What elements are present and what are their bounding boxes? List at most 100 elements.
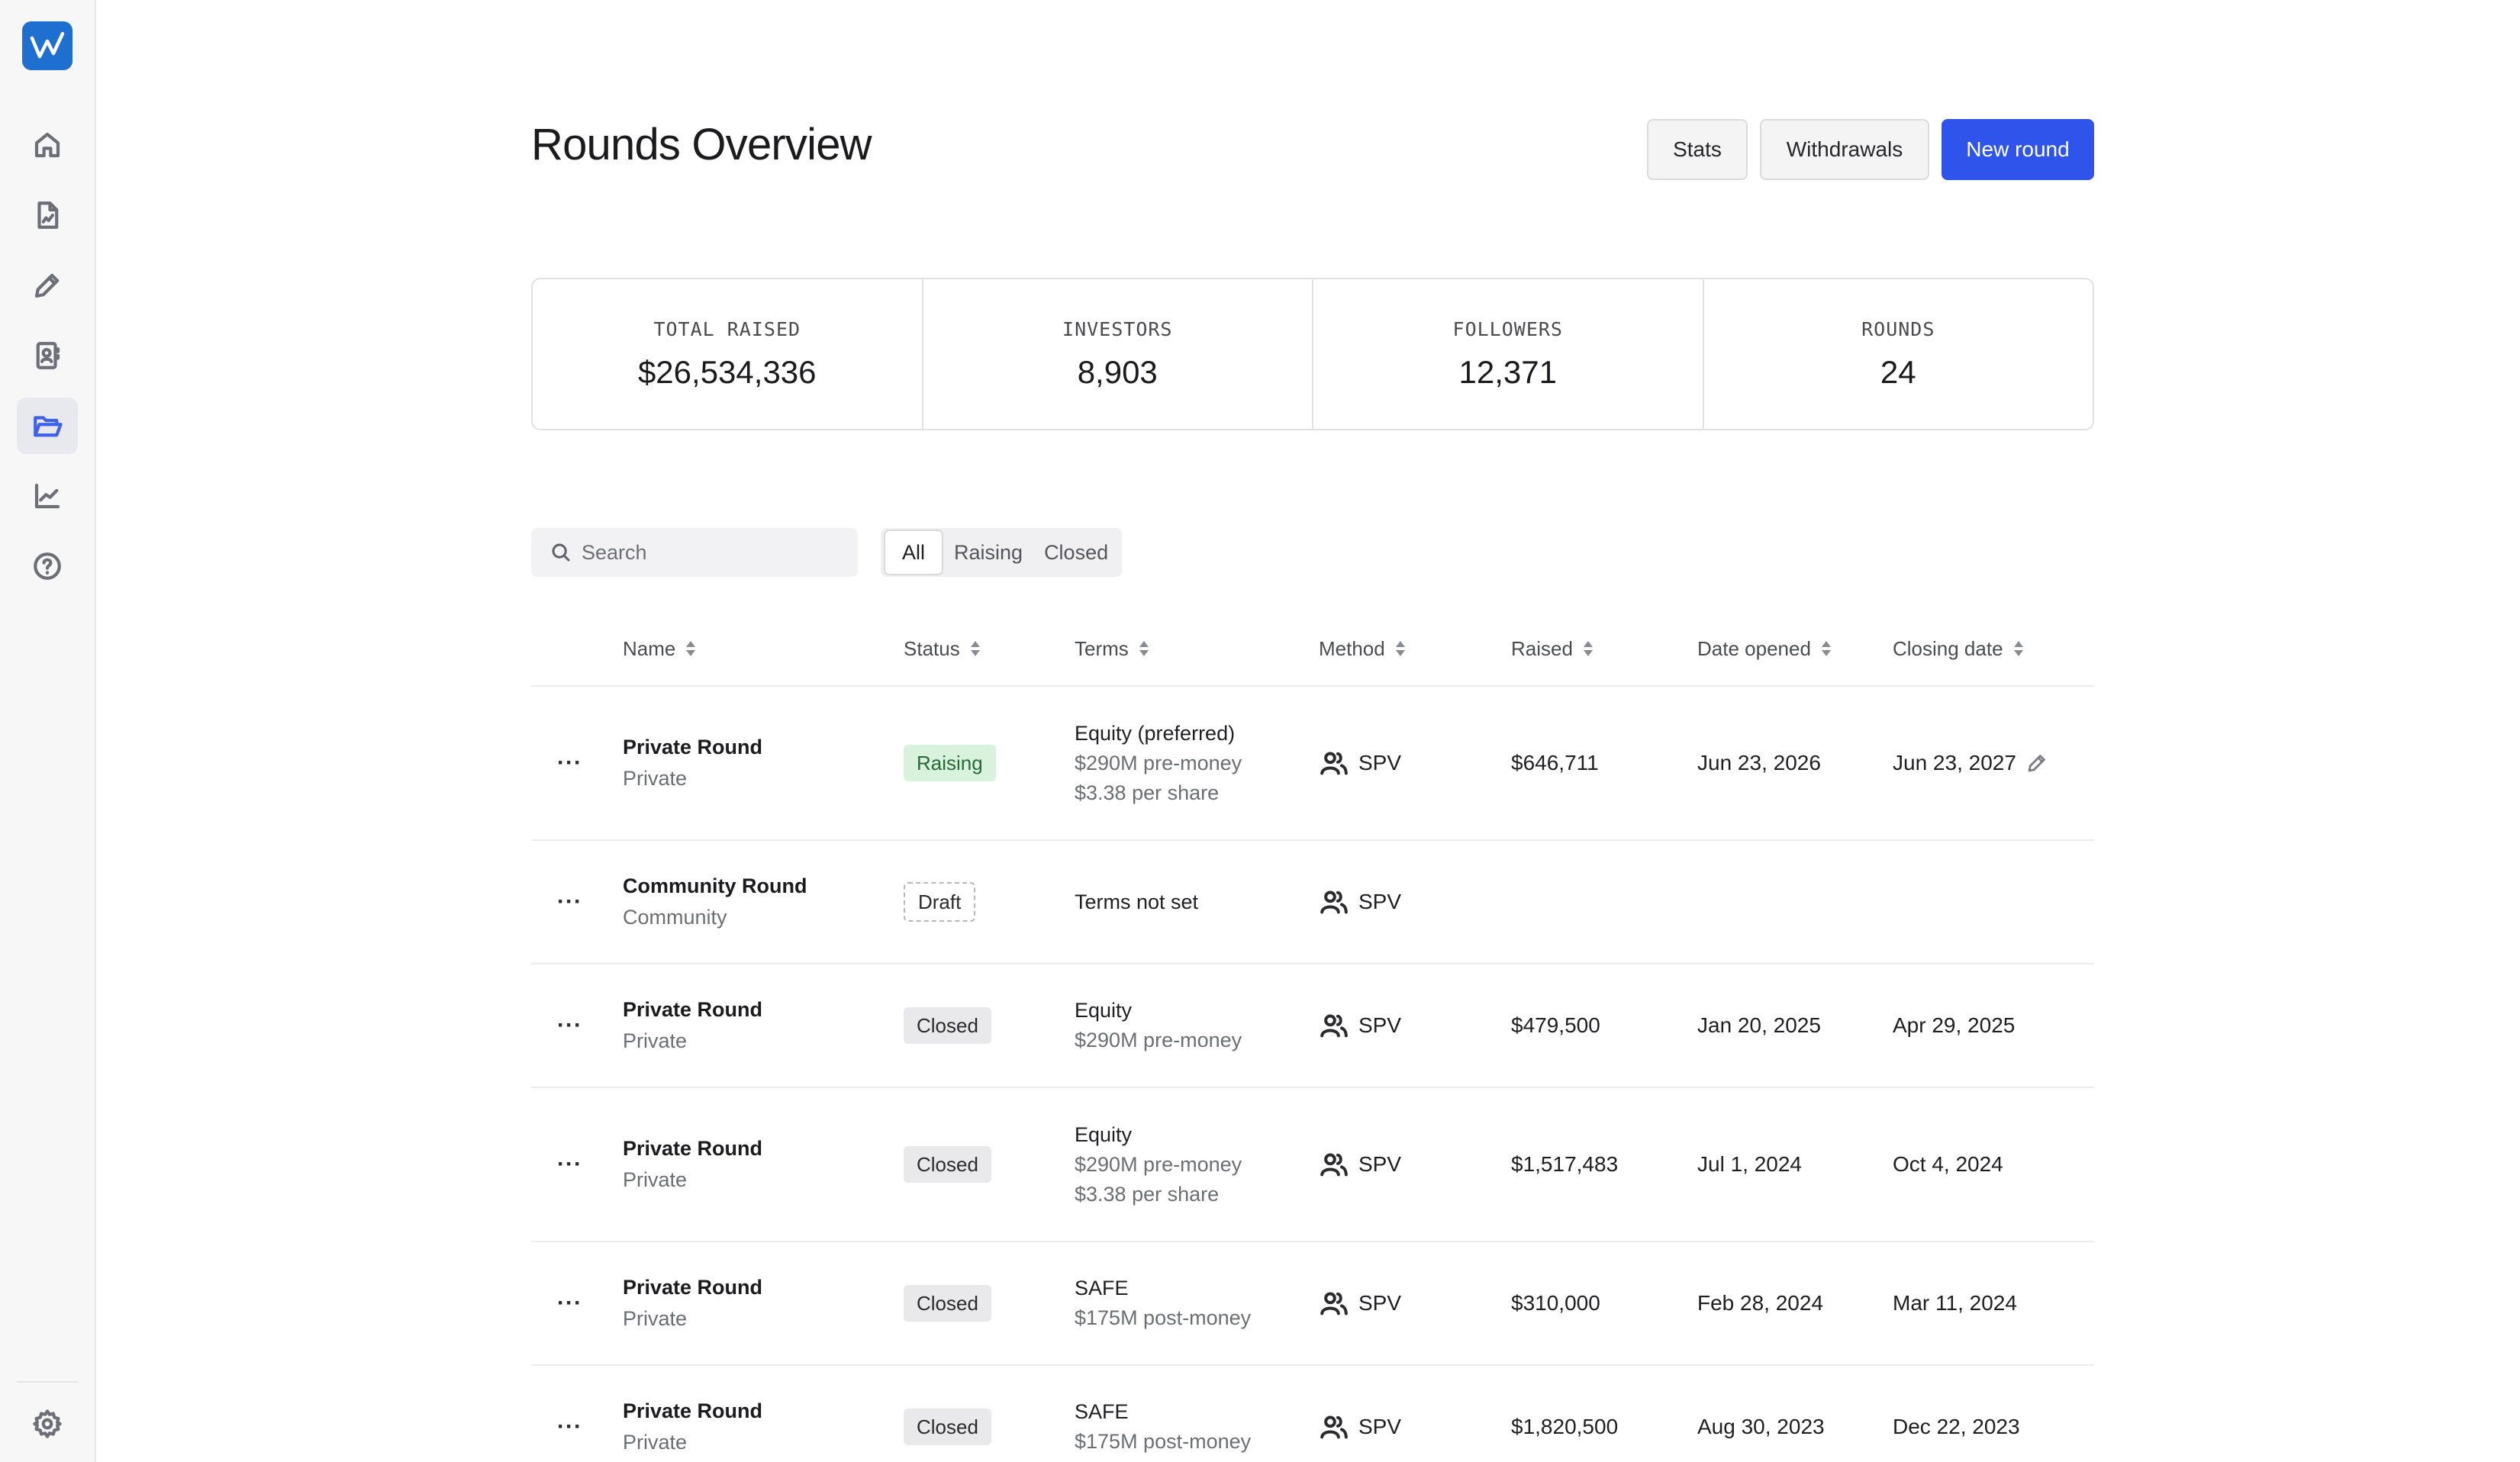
closing-date-cell: Mar 11, 2024 — [1893, 1291, 2017, 1315]
terms-price: $3.38 per share — [1075, 781, 1220, 804]
raised-cell: $1,517,483 — [1511, 1152, 1619, 1176]
stat-label: ROUNDS — [1861, 317, 1935, 340]
raised-cell: $646,711 — [1511, 751, 1599, 774]
search-icon — [552, 543, 570, 562]
folder-open-icon — [34, 416, 63, 437]
filter-all[interactable]: All — [884, 530, 944, 575]
column-label: Name — [623, 636, 676, 660]
closing-date-cell: Jun 23, 2027 — [1893, 687, 2048, 839]
stat-label: FOLLOWERS — [1452, 317, 1563, 340]
terms-cell: Terms not set — [1075, 841, 1198, 963]
terms-type: Equity — [1075, 999, 1133, 1022]
stat-label: INVESTORS — [1062, 317, 1173, 340]
row-menu-button[interactable]: ··· — [557, 687, 582, 839]
date-opened-cell: Jun 23, 2026 — [1697, 751, 1821, 774]
round-type: Private — [623, 767, 688, 790]
search-input[interactable] — [582, 540, 841, 565]
status-badge: Draft — [904, 882, 976, 922]
round-name: Private Round — [623, 1399, 763, 1422]
row-menu-button[interactable]: ··· — [557, 964, 582, 1087]
sort-icon — [1821, 639, 1831, 658]
sidebar-item-edit[interactable] — [17, 257, 78, 314]
terms-type: Equity (preferred) — [1075, 721, 1236, 745]
sidebar-item-documents[interactable] — [17, 187, 78, 243]
terms-valuation: $290M pre-money — [1075, 1029, 1242, 1051]
round-type: Private — [623, 1307, 688, 1330]
document-chart-icon — [37, 201, 59, 229]
search-box[interactable] — [531, 528, 858, 577]
column-header-raised[interactable]: Raised — [1511, 610, 1593, 687]
stat-value: 8,903 — [1077, 353, 1158, 390]
table-row[interactable]: ··· Private Round Private Closed Equity … — [531, 1088, 2094, 1242]
table-row[interactable]: ··· Private Round Private Closed SAFE $1… — [531, 1242, 2094, 1366]
closing-date-cell: Apr 29, 2025 — [1893, 1013, 2016, 1037]
stat-label: TOTAL RAISED — [653, 317, 801, 340]
filter-closed[interactable]: Closed — [1033, 530, 1119, 575]
sort-icon — [1139, 639, 1149, 658]
sidebar-item-analytics[interactable] — [17, 468, 78, 524]
stats-button[interactable]: Stats — [1647, 119, 1748, 180]
table-row[interactable]: ··· Community Round Community Draft Term… — [531, 841, 2094, 964]
users-icon — [1320, 890, 1348, 914]
stat-investors: INVESTORS 8,903 — [923, 279, 1313, 429]
sidebar-item-home[interactable] — [17, 117, 78, 173]
stat-value: 12,371 — [1458, 353, 1557, 390]
pencil-icon — [34, 273, 60, 298]
closing-date-cell: Dec 22, 2023 — [1893, 1415, 2020, 1438]
table-row[interactable]: ··· Private Round Private Raising Equity… — [531, 687, 2094, 841]
closing-date: Jun 23, 2027 — [1893, 751, 2016, 774]
row-menu-button[interactable]: ··· — [557, 841, 582, 963]
method-cell: SPV — [1319, 1242, 1401, 1364]
sidebar-item-help[interactable] — [17, 538, 78, 594]
date-opened-cell: Feb 28, 2024 — [1697, 1291, 1824, 1315]
method-label: SPV — [1358, 1415, 1402, 1438]
row-menu-button[interactable]: ··· — [557, 1088, 582, 1241]
column-header-date-opened[interactable]: Date opened — [1697, 610, 1831, 687]
column-header-closing-date[interactable]: Closing date — [1893, 610, 2023, 687]
sort-icon — [686, 639, 696, 658]
sidebar-item-rounds[interactable] — [17, 398, 78, 454]
status-badge: Closed — [904, 1007, 991, 1044]
terms-valuation: $175M post-money — [1075, 1306, 1252, 1329]
round-name: Private Round — [623, 1276, 763, 1299]
users-icon — [1320, 1153, 1348, 1177]
logo-icon[interactable] — [22, 21, 73, 70]
filter-raising[interactable]: Raising — [943, 530, 1033, 575]
table-row[interactable]: ··· Private Round Private Closed Equity … — [531, 964, 2094, 1088]
users-icon — [1320, 1415, 1348, 1439]
round-name: Community Round — [623, 874, 807, 897]
terms-cell: Equity $290M pre-money $3.38 per share — [1075, 1088, 1242, 1241]
name-cell: Private Round Private — [623, 1366, 762, 1462]
column-label: Date opened — [1697, 636, 1811, 660]
date-opened-cell: Aug 30, 2023 — [1697, 1415, 1825, 1438]
round-type: Private — [623, 1168, 688, 1191]
status-badge: Closed — [904, 1285, 991, 1322]
row-menu-button[interactable]: ··· — [557, 1366, 582, 1462]
sidebar-item-contacts[interactable] — [17, 327, 78, 384]
column-header-status[interactable]: Status — [904, 610, 980, 687]
raised-cell: $1,820,500 — [1511, 1415, 1619, 1438]
name-cell: Private Round Private — [623, 1242, 762, 1364]
users-icon — [1320, 1014, 1348, 1038]
raised-cell: $310,000 — [1511, 1291, 1600, 1315]
terms-cell: Equity (preferred) $290M pre-money $3.38… — [1075, 687, 1242, 839]
row-menu-button[interactable]: ··· — [557, 1242, 582, 1364]
column-header-method[interactable]: Method — [1319, 610, 1405, 687]
round-name: Private Round — [623, 1137, 763, 1160]
withdrawals-button[interactable]: Withdrawals — [1760, 119, 1929, 180]
status-badge: Raising — [904, 745, 996, 781]
terms-cell: SAFE $175M post-money — [1075, 1366, 1251, 1462]
terms-cell: SAFE $175M post-money — [1075, 1242, 1251, 1364]
sidebar-item-settings[interactable] — [17, 1396, 78, 1452]
terms-type: Equity — [1075, 1122, 1133, 1146]
stat-followers: FOLLOWERS 12,371 — [1313, 279, 1704, 429]
table-row[interactable]: ··· Private Round Private Closed SAFE $1… — [531, 1366, 2094, 1462]
terms-type: Terms not set — [1075, 890, 1199, 913]
column-header-name[interactable]: Name — [623, 610, 696, 687]
method-label: SPV — [1358, 751, 1402, 774]
new-round-button[interactable]: New round — [1942, 119, 2094, 180]
round-name: Private Round — [623, 998, 763, 1021]
status-cell: Raising — [904, 687, 996, 839]
edit-pencil-icon[interactable] — [2025, 752, 2048, 774]
column-header-terms[interactable]: Terms — [1075, 610, 1149, 687]
